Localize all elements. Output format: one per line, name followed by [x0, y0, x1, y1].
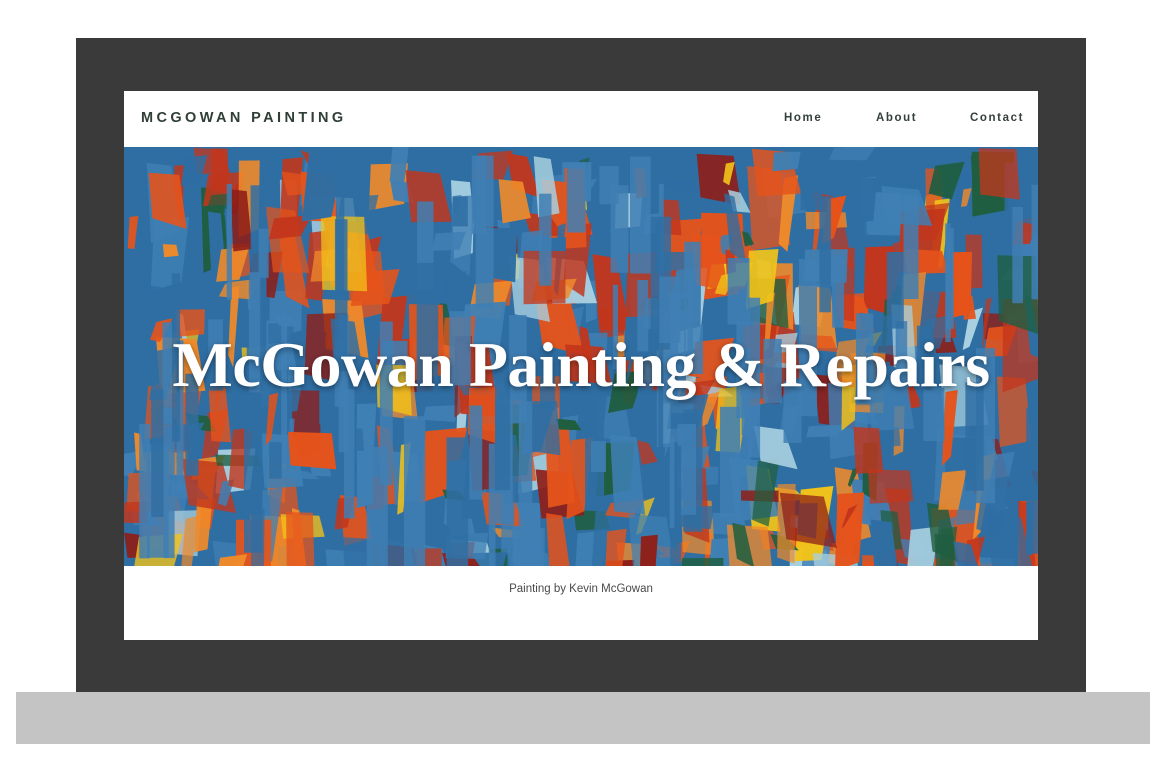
paint-drip — [800, 173, 823, 211]
brand-logo[interactable]: MCGOWAN PAINTING — [141, 110, 347, 126]
paint-drip — [1026, 407, 1038, 554]
paint-stroke — [423, 405, 460, 422]
paint-drip — [475, 155, 494, 309]
paint-drip — [886, 252, 904, 329]
paint-drip — [151, 389, 164, 517]
paint-drip — [269, 442, 282, 479]
paint-drip — [258, 228, 269, 278]
paint-stroke — [772, 151, 801, 172]
paint-stroke — [162, 244, 179, 258]
paint-drip — [946, 228, 954, 329]
paint-drip — [1012, 207, 1023, 304]
paint-drip — [404, 416, 426, 566]
laptop-base — [16, 692, 1150, 744]
paint-drip — [344, 389, 355, 519]
paint-stroke — [660, 179, 700, 193]
paint-drip — [727, 258, 750, 325]
hero-caption: Painting by Kevin McGowan — [509, 583, 653, 595]
paint-drip — [819, 196, 831, 313]
paint-stroke — [288, 431, 337, 470]
paint-drip — [630, 156, 651, 274]
paint-drip — [226, 184, 232, 300]
paint-drip — [452, 196, 468, 227]
paint-drip — [903, 195, 919, 299]
paint-drip — [610, 185, 629, 273]
paint-stroke — [978, 148, 1020, 200]
paint-stroke — [853, 427, 884, 474]
paint-stroke — [640, 534, 658, 566]
paint-drip — [469, 405, 483, 500]
paint-stroke — [835, 492, 865, 566]
paint-stroke — [868, 469, 914, 504]
paint-drip — [244, 408, 263, 553]
paint-drip — [446, 437, 469, 566]
hero-title: McGowan Painting & Repairs — [172, 329, 990, 400]
paint-stroke — [546, 513, 570, 566]
paint-stroke — [806, 424, 843, 438]
hero-banner: McGowan Painting & Repairs — [124, 147, 1038, 566]
paint-stroke — [951, 251, 973, 319]
paint-drip — [832, 255, 845, 328]
paint-drip — [591, 441, 606, 472]
paint-drip — [720, 406, 740, 518]
paint-stroke — [829, 147, 876, 161]
paint-drip — [539, 193, 552, 286]
paint-drip — [139, 424, 150, 559]
paint-stroke — [681, 558, 724, 566]
website-screen: MCGOWAN PAINTING Home About Contact McGo… — [124, 91, 1038, 640]
paint-drip — [566, 162, 586, 233]
paint-stroke — [637, 440, 658, 465]
paint-stroke — [843, 177, 878, 225]
paint-stroke — [286, 512, 315, 566]
paint-drip — [669, 435, 675, 528]
paint-drip — [1031, 184, 1038, 300]
paint-drip — [488, 443, 496, 566]
nav-home[interactable]: Home — [784, 112, 822, 124]
paint-stroke — [127, 215, 139, 249]
nav-contact[interactable]: Contact — [970, 112, 1024, 124]
site-header: MCGOWAN PAINTING Home About Contact — [124, 91, 1038, 147]
nav-about[interactable]: About — [876, 112, 917, 124]
